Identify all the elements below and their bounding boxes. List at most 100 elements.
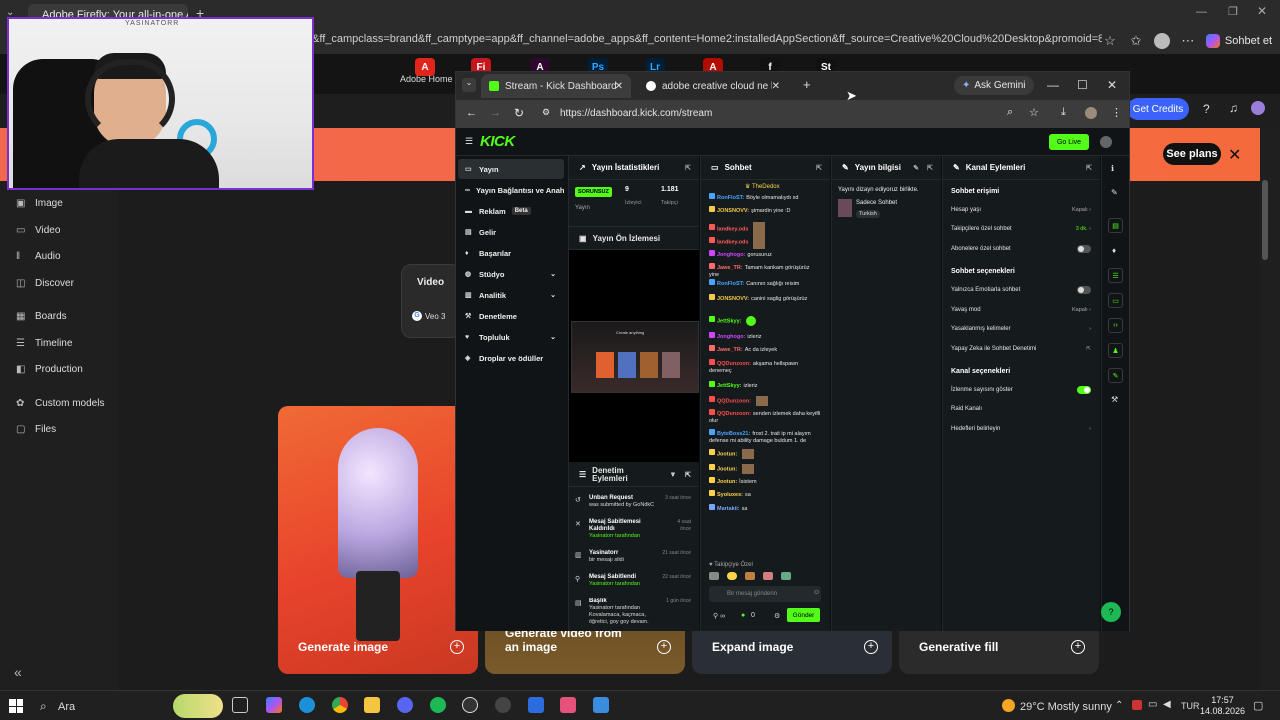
setting-emotes-only[interactable]: Yalnızca Emotiarla sohbet: [951, 286, 1091, 294]
rail-tools-icon[interactable]: ⚒: [1111, 395, 1118, 404]
rail-monitor-icon[interactable]: ▭: [1108, 293, 1123, 308]
input-language[interactable]: TUR: [1181, 701, 1200, 711]
taskbar-search[interactable]: Ara: [58, 701, 75, 713]
chat-username[interactable]: landkey.ods: [717, 226, 748, 232]
file-explorer-icon[interactable]: [364, 697, 380, 713]
chat-username[interactable]: Jootun:: [717, 451, 737, 457]
send-button[interactable]: Gönder: [787, 608, 820, 622]
setting-show-viewers[interactable]: İzlenme sayısını göster: [951, 386, 1091, 394]
filter-icon[interactable]: ⩔: [671, 471, 675, 479]
weather-widget[interactable]: 29°C Mostly sunny: [1020, 701, 1112, 713]
copilot-chat-button[interactable]: Sohbet et: [1205, 34, 1272, 48]
emote[interactable]: [727, 572, 737, 580]
chat-username[interactable]: Syoluxes:: [717, 492, 743, 498]
edge-taskbar-icon[interactable]: [299, 697, 315, 713]
info-icon[interactable]: ℹ: [1111, 164, 1114, 173]
popout-icon[interactable]: ⇱: [927, 164, 933, 172]
generate-image-card[interactable]: Generate image +: [278, 406, 478, 674]
kick-avatar[interactable]: [1100, 136, 1112, 148]
nav-item-analytics[interactable]: ▥ Analitik ⌄: [458, 285, 564, 305]
rail-wrench-icon[interactable]: ✎: [1108, 368, 1123, 383]
setting-goals[interactable]: Hedefleri belirleyin ›: [951, 426, 1091, 432]
sidebar-item-production[interactable]: ◧ Production: [16, 364, 83, 375]
gear-icon[interactable]: ⚙: [774, 612, 780, 620]
tab-kick-dashboard[interactable]: Stream - Kick Dashboard ✕: [481, 74, 631, 98]
kick-logo[interactable]: KICK: [480, 133, 515, 150]
emote[interactable]: [709, 572, 719, 580]
nav-item-stream-key[interactable]: ∞ Yayın Bağlantısı ve Anahtarı: [458, 180, 564, 200]
tray-chevron-icon[interactable]: ⌃: [1115, 700, 1123, 711]
rail-drop-icon[interactable]: ♦: [1112, 246, 1116, 255]
user-avatar[interactable]: [1251, 101, 1265, 115]
adobe-home-label[interactable]: Adobe Home: [400, 74, 453, 84]
reload-icon[interactable]: ↻: [514, 106, 524, 120]
setting-slow-mode[interactable]: Yavaş mod Kapalı ›: [951, 307, 1091, 313]
emotes-only-toggle[interactable]: [1077, 286, 1091, 294]
add-icon[interactable]: +: [864, 640, 878, 654]
emote[interactable]: [763, 572, 773, 580]
add-icon[interactable]: +: [450, 640, 464, 654]
edge-url-field[interactable]: &ff_campclass=brand&ff_camptype=app&ff_c…: [312, 33, 1102, 49]
chrome-taskbar-icon[interactable]: [332, 697, 348, 713]
copilot-taskbar-icon[interactable]: [266, 697, 282, 713]
chat-username[interactable]: JONSNOVV:: [717, 208, 749, 214]
chat-username[interactable]: QQDunzoon:: [717, 411, 751, 417]
emote[interactable]: [781, 572, 791, 580]
add-icon[interactable]: +: [1071, 640, 1085, 654]
notification-center-icon[interactable]: ▢: [1253, 699, 1263, 712]
video-editor-taskbar-icon[interactable]: [528, 697, 544, 713]
new-tab-button[interactable]: +: [803, 77, 811, 92]
back-icon[interactable]: ←: [466, 107, 477, 119]
nav-item-moderation[interactable]: ⚒ Denetleme: [458, 306, 564, 326]
chat-username[interactable]: RonFloST:: [717, 195, 744, 201]
sidebar-item-audio[interactable]: ‖ Audio: [16, 251, 61, 262]
nav-item-drops[interactable]: ◈ Droplar ve ödüller: [458, 348, 564, 368]
favorites-icon[interactable]: ✩: [1128, 33, 1144, 49]
nav-item-ads[interactable]: ▬ Reklam Beta: [458, 201, 564, 221]
tray-app-icon[interactable]: [1132, 700, 1142, 710]
edge-restore-icon[interactable]: ❐: [1228, 5, 1238, 18]
chat-username[interactable]: QQDunzoon:: [717, 361, 751, 367]
setting-account-age[interactable]: Hesap yaşı Kapalı ›: [951, 207, 1091, 213]
page-scrollbar[interactable]: [1262, 180, 1268, 260]
sidebar-item-files[interactable]: ▢ Files: [16, 424, 56, 435]
zoom-icon[interactable]: ⌕: [1007, 106, 1013, 119]
banner-close-icon[interactable]: ✕: [1228, 145, 1241, 165]
sidebar-item-boards[interactable]: ▦ Boards: [16, 311, 67, 322]
app-taskbar-icon[interactable]: [495, 697, 511, 713]
edge-minimize-icon[interactable]: —: [1196, 6, 1207, 18]
site-info-icon[interactable]: ⚙: [542, 107, 550, 118]
chat-username[interactable]: Jawe_TR:: [717, 347, 743, 353]
chat-input[interactable]: Bir mesaj gönderin: [709, 586, 821, 602]
chat-username[interactable]: Jonghogo:: [717, 252, 745, 258]
chat-username[interactable]: JONSNOVV:: [717, 296, 749, 302]
downloads-icon[interactable]: ⤓: [1061, 106, 1066, 119]
popout-icon[interactable]: ⇱: [816, 164, 822, 172]
nav-item-studio[interactable]: ◍ Stüdyo ⌄: [458, 264, 564, 284]
close-window-icon[interactable]: ✕: [1107, 78, 1117, 92]
emote[interactable]: [745, 572, 755, 580]
chat-username[interactable]: RonFloST:: [717, 281, 744, 287]
support-chat-icon[interactable]: ?: [1101, 602, 1121, 622]
show-viewers-toggle[interactable]: [1077, 386, 1091, 394]
see-plans-button[interactable]: See plans: [1163, 143, 1221, 165]
setting-banned-words[interactable]: Yasaklanmış kelimeler ›: [951, 326, 1091, 332]
tab-search-icon[interactable]: ⌄: [462, 78, 476, 92]
search-icon[interactable]: ⌕: [40, 699, 47, 714]
rail-users-icon[interactable]: ♟: [1108, 343, 1123, 358]
menu-icon[interactable]: ☰: [465, 136, 473, 147]
network-icon[interactable]: ▭: [1148, 699, 1157, 710]
popout-icon[interactable]: ⇱: [685, 471, 691, 479]
chat-username[interactable]: ByteBoss21:: [717, 431, 750, 437]
chat-username[interactable]: Martakii:: [717, 506, 740, 512]
stream-preview[interactable]: Create anything: [569, 250, 699, 462]
sidebar-item-image[interactable]: ▣ Image: [16, 198, 63, 209]
widgets-thumbnail[interactable]: [173, 694, 223, 718]
rail-code-icon[interactable]: ‹›: [1108, 318, 1123, 333]
windows-start-icon[interactable]: [9, 699, 23, 713]
chat-username[interactable]: JettSkyy:: [717, 318, 741, 324]
volume-icon[interactable]: ◀: [1163, 699, 1171, 710]
chat-username[interactable]: Jootun:: [717, 466, 737, 472]
help-icon[interactable]: ?: [1203, 102, 1210, 116]
add-icon[interactable]: +: [657, 640, 671, 654]
